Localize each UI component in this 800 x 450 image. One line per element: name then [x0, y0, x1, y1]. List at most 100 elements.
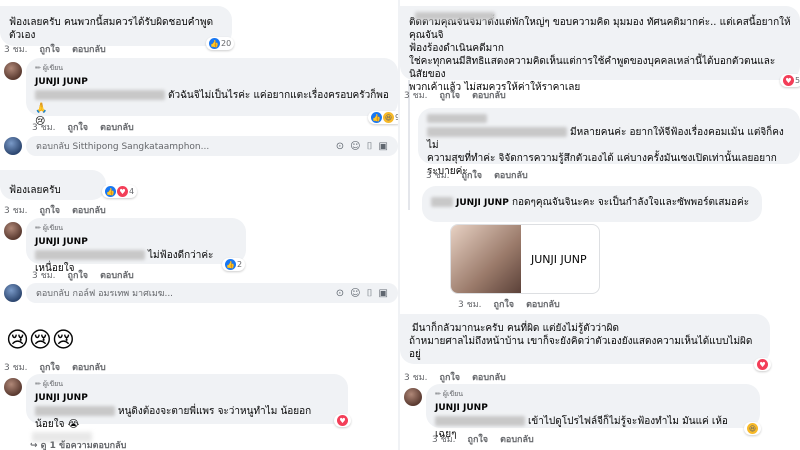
- reply-button[interactable]: ตอบกลับ: [72, 360, 106, 374]
- reaction-summary[interactable]: ♥: [334, 414, 351, 427]
- comment-actions: 3 ชม. ถูกใจ ตอบกลับ: [404, 88, 506, 102]
- comment-time: 3 ชม.: [32, 123, 56, 133]
- blurred-mention: [35, 250, 145, 260]
- emoji-comment: 😢😢😢: [6, 328, 75, 353]
- composer-icons: ⊙ ☺ ⌷ ▣: [336, 288, 388, 299]
- blurred-name: [415, 12, 495, 20]
- reaction-summary[interactable]: 😆: [744, 422, 761, 435]
- sticker-icon[interactable]: ▣: [379, 141, 388, 152]
- author-name[interactable]: JUNJI JUNP: [35, 76, 389, 89]
- reply-input[interactable]: ตอบกลับ Sitthipong Sangkataamphon... ⊙ ☺…: [26, 136, 398, 156]
- reaction-summary[interactable]: 👍 2: [222, 258, 246, 271]
- profile-card[interactable]: JUNJI JUNP: [450, 224, 600, 294]
- comment-line: ถ้าหมายศาลไม่ถึงหน้าบ้าน เขาก็จะยังคิดว่…: [409, 336, 753, 360]
- emoji-icon[interactable]: ☺: [350, 288, 360, 299]
- emoji-icon[interactable]: ☺: [350, 141, 360, 152]
- avatar[interactable]: [4, 62, 22, 80]
- like-button[interactable]: ถูกใจ: [440, 370, 461, 384]
- comment-time: 3 ชม.: [4, 45, 28, 55]
- comment-actions: 3 ชม. ถูกใจ ตอบกลับ: [32, 268, 134, 282]
- comment-time: 3 ชม.: [458, 300, 482, 310]
- author-reply-bubble: ✏ ผู้เขียน JUNJI JUNP หนูดิงต้องจะตายพี่แ…: [26, 374, 348, 430]
- reply-button[interactable]: ตอบกลับ: [100, 120, 134, 134]
- avatar[interactable]: [4, 222, 22, 240]
- reply-button[interactable]: ตอบกลับ: [494, 168, 528, 182]
- haha-icon: 😆: [747, 423, 758, 434]
- heart-icon: ♥: [783, 75, 794, 86]
- comment-actions: 3 ชม. ถูกใจ ตอบกลับ: [4, 42, 106, 56]
- like-button[interactable]: ถูกใจ: [468, 432, 489, 446]
- like-button[interactable]: ถูกใจ: [40, 360, 61, 374]
- reaction-count: 4: [129, 187, 135, 196]
- reply-button[interactable]: ตอบกลับ: [100, 268, 134, 282]
- avatar[interactable]: [404, 388, 422, 406]
- avatar[interactable]: [4, 378, 22, 396]
- current-user-avatar: [4, 137, 22, 155]
- author-name[interactable]: JUNJI JUNP: [35, 392, 339, 405]
- reaction-summary[interactable]: 👍 20: [206, 37, 235, 50]
- pencil-icon: ✏: [435, 390, 441, 398]
- reply-button[interactable]: ตอบกลับ: [72, 203, 106, 217]
- author-name[interactable]: JUNJI JUNP: [35, 236, 237, 249]
- heart-icon: ♥: [337, 415, 348, 426]
- tagged-author[interactable]: JUNJI JUNP: [456, 198, 509, 208]
- author-name[interactable]: JUNJI JUNP: [435, 402, 751, 415]
- reply-button[interactable]: ตอบกลับ: [526, 297, 560, 311]
- reaction-summary[interactable]: 👍 😆 9: [368, 111, 398, 124]
- comment-time: 3 ชม.: [32, 271, 56, 281]
- camera-icon[interactable]: ⌷: [367, 288, 373, 299]
- comment-actions: 3 ชม. ถูกใจ ตอบกลับ: [404, 370, 506, 384]
- like-icon: 👍: [209, 38, 220, 49]
- comment-time: 3 ชม.: [404, 373, 428, 383]
- profile-photo: [451, 225, 521, 293]
- like-button[interactable]: ถูกใจ: [494, 297, 515, 311]
- comment-bubble: ติดตามคุณจันจิมาตั้งแต่พักใหญ่ๆ ขอบความค…: [400, 6, 800, 93]
- reaction-count: 2: [237, 260, 243, 269]
- profile-card-name: JUNJI JUNP: [531, 252, 587, 266]
- right-screenshot-panel: ติดตามคุณจันจิมาตั้งแต่พักใหญ่ๆ ขอบความค…: [400, 0, 800, 450]
- reply-placeholder: ตอบกลับ Sitthipong Sangkataamphon...: [36, 142, 210, 152]
- blurred-mention: [435, 416, 525, 426]
- comment-actions: 3 ชม. ถูกใจ ตอบกลับ: [4, 360, 106, 374]
- heart-icon: ♥: [757, 359, 768, 370]
- reply-placeholder: ตอบกลับ กอล์ฟ อมรเทพ มาศเมฆ...: [36, 289, 174, 299]
- like-button[interactable]: ถูกใจ: [68, 120, 89, 134]
- comment-actions: 3 ชม. ถูกใจ ตอบกลับ: [32, 120, 134, 134]
- like-button[interactable]: ถูกใจ: [68, 268, 89, 282]
- reply-bubble: มีหลายคนค่ะ อยากให้จีฟ้องเรื่องคอมเม้น แ…: [418, 108, 800, 177]
- gif-icon[interactable]: ⊙: [336, 141, 344, 152]
- comment-bubble: ฟ้องเลยครับ คนพวกนี้สมควรได้รับผิดชอบคำพ…: [0, 6, 232, 46]
- reply-button[interactable]: ตอบกลับ: [72, 42, 106, 56]
- reply-button[interactable]: ตอบกลับ: [500, 432, 534, 446]
- like-icon: 👍: [105, 186, 116, 197]
- like-button[interactable]: ถูกใจ: [40, 42, 61, 56]
- reply-button[interactable]: ตอบกลับ: [472, 370, 506, 384]
- comment-time: 3 ชม.: [432, 435, 456, 445]
- like-button[interactable]: ถูกใจ: [440, 88, 461, 102]
- camera-icon[interactable]: ⌷: [367, 141, 373, 152]
- reaction-summary[interactable]: 👍 ♥ 4: [102, 185, 138, 198]
- comment-text: ฟ้องเลยครับ คนพวกนี้สมควรได้รับผิดชอบคำพ…: [9, 17, 214, 41]
- pencil-icon: ✏: [35, 224, 41, 232]
- comment-line: มีนาก็กลัวมากนะครับ คนที่ผิด แต่ยังไม่รู…: [412, 323, 619, 334]
- reply-input[interactable]: ตอบกลับ กอล์ฟ อมรเทพ มาศเมฆ... ⊙ ☺ ⌷ ▣: [26, 283, 398, 303]
- comment-time: 3 ชม.: [404, 91, 428, 101]
- comment-line: ฟ้องร้องดำเนินคดีมาก: [409, 43, 504, 54]
- haha-icon: 😆: [383, 112, 394, 123]
- reaction-summary[interactable]: ♥ 5: [780, 74, 800, 87]
- author-badge: ✏ ผู้เขียน: [435, 388, 751, 401]
- gif-icon[interactable]: ⊙: [336, 288, 344, 299]
- reaction-summary[interactable]: ♥: [754, 358, 771, 371]
- left-screenshot-panel: ฟ้องเลยครับ คนพวกนี้สมควรได้รับผิดชอบคำพ…: [0, 0, 398, 450]
- sticker-icon[interactable]: ▣: [379, 288, 388, 299]
- comment-bubble: มีนาก็กลัวมากนะครับ คนที่ผิด แต่ยังไม่รู…: [400, 314, 770, 364]
- comment-actions: 3 ชม. ถูกใจ ตอบกลับ: [4, 203, 106, 217]
- comment-line: ใช่คะทุกคนมีสิทธิแสดงความคิดเห็นแต่การใช…: [409, 56, 776, 80]
- comment-actions: 3 ชม. ถูกใจ ตอบกลับ: [458, 297, 560, 311]
- like-button[interactable]: ถูกใจ: [40, 203, 61, 217]
- comment-time: 3 ชม.: [426, 171, 450, 181]
- pencil-icon: ✏: [35, 64, 41, 72]
- like-button[interactable]: ถูกใจ: [462, 168, 483, 182]
- view-more-replies[interactable]: ↪ ดู 1 ข้อความตอบกลับ: [30, 438, 126, 450]
- reply-button[interactable]: ตอบกลับ: [472, 88, 506, 102]
